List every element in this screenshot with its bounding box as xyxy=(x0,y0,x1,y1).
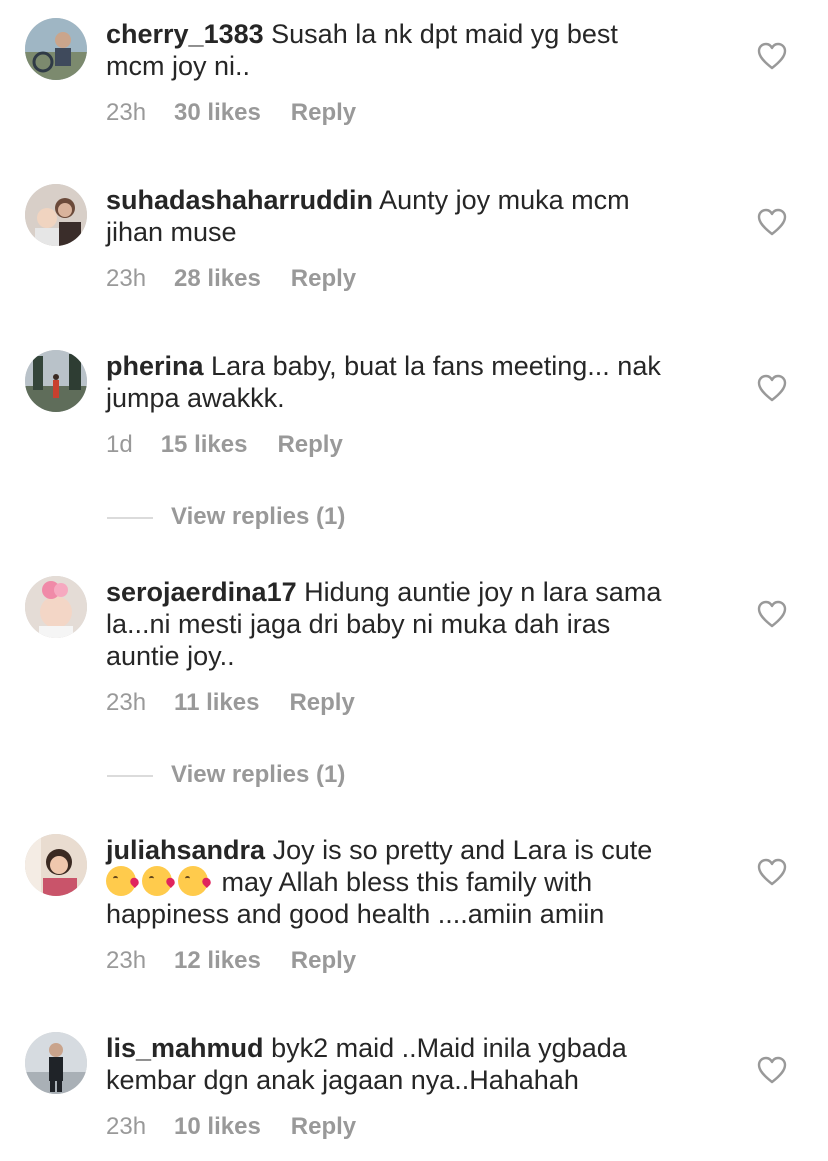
comment-body: Joy is so pretty and Lara is cute xyxy=(272,835,653,865)
heart-outline-icon[interactable] xyxy=(757,858,787,886)
comment-meta: 23h 30 likes Reply xyxy=(106,97,356,129)
comment-text: pherina Lara baby, buat la fans meeting.… xyxy=(106,350,716,414)
heart-outline-icon[interactable] xyxy=(757,208,787,236)
comment-username[interactable]: serojaerdina17 xyxy=(106,577,297,607)
avatar[interactable] xyxy=(25,1032,87,1094)
heart-outline-icon[interactable] xyxy=(757,374,787,402)
comment-text: cherry_1383 Susah la nk dpt maid yg best… xyxy=(106,18,716,82)
comment-text: serojaerdina17 Hidung auntie joy n lara … xyxy=(106,576,716,672)
comment-timestamp: 23h xyxy=(106,265,147,292)
comment-username[interactable]: pherina xyxy=(106,351,204,381)
avatar[interactable] xyxy=(25,350,87,412)
heart-outline-icon[interactable] xyxy=(757,1056,787,1084)
comment-username[interactable]: cherry_1383 xyxy=(106,19,264,49)
avatar[interactable] xyxy=(25,576,87,638)
comment-username[interactable]: suhadashaharruddin xyxy=(106,185,373,215)
view-replies-divider xyxy=(107,774,153,777)
reply-button[interactable]: Reply xyxy=(291,97,356,129)
view-replies-button[interactable]: View replies (1) xyxy=(107,501,345,533)
comment-meta: 1d 15 likes Reply xyxy=(106,429,343,461)
reply-button[interactable]: Reply xyxy=(289,687,354,719)
comment-timestamp: 23h xyxy=(106,1113,147,1140)
comment-timestamp: 23h xyxy=(106,947,147,974)
view-replies-divider xyxy=(107,516,153,519)
avatar[interactable] xyxy=(25,18,87,80)
comment-text: suhadashaharruddin Aunty joy muka mcm ji… xyxy=(106,184,716,248)
kissing-heart-emoji xyxy=(142,866,172,896)
reply-button[interactable]: Reply xyxy=(277,429,342,461)
kissing-heart-emoji xyxy=(106,866,136,896)
comment-username[interactable]: juliahsandra xyxy=(106,835,265,865)
comment-text: lis_mahmud byk2 maid ..Maid inila ygbada… xyxy=(106,1032,716,1096)
avatar[interactable] xyxy=(25,834,87,896)
comment-text: juliahsandra Joy is so pretty and Lara i… xyxy=(106,834,716,930)
view-replies-label: View replies (1) xyxy=(171,761,346,788)
comment-meta: 23h 10 likes Reply xyxy=(106,1111,356,1143)
comment-timestamp: 23h xyxy=(106,99,147,126)
comment-timestamp: 1d xyxy=(106,431,133,458)
comment-likes[interactable]: 10 likes xyxy=(174,1111,261,1143)
reply-button[interactable]: Reply xyxy=(291,1111,356,1143)
heart-outline-icon[interactable] xyxy=(757,42,787,70)
avatar[interactable] xyxy=(25,184,87,246)
comment-likes[interactable]: 11 likes xyxy=(174,687,259,719)
comment-likes[interactable]: 12 likes xyxy=(174,945,261,977)
comment-likes[interactable]: 30 likes xyxy=(174,97,261,129)
comment-username[interactable]: lis_mahmud xyxy=(106,1033,264,1063)
view-replies-button[interactable]: View replies (1) xyxy=(107,759,345,791)
comment-likes[interactable]: 15 likes xyxy=(161,429,248,461)
view-replies-label: View replies (1) xyxy=(171,503,346,530)
comment-meta: 23h 11 likes Reply xyxy=(106,687,355,719)
reply-button[interactable]: Reply xyxy=(291,263,356,295)
comment-timestamp: 23h xyxy=(106,689,147,716)
comment-meta: 23h 28 likes Reply xyxy=(106,263,356,295)
comment-meta: 23h 12 likes Reply xyxy=(106,945,356,977)
comment-likes[interactable]: 28 likes xyxy=(174,263,261,295)
heart-outline-icon[interactable] xyxy=(757,600,787,628)
kissing-heart-emoji xyxy=(178,866,208,896)
reply-button[interactable]: Reply xyxy=(291,945,356,977)
